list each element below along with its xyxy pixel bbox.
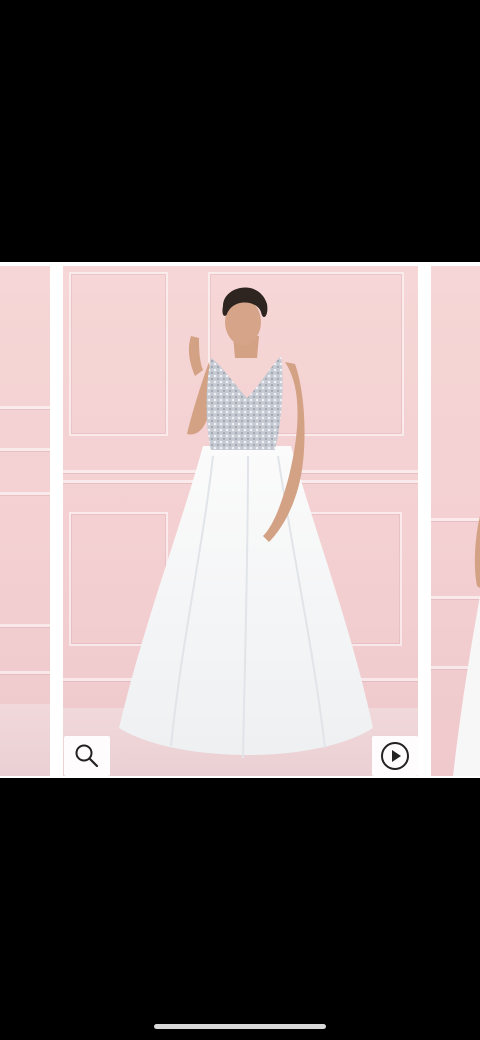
wall-rail xyxy=(0,406,50,409)
play-circle-icon xyxy=(381,742,409,770)
wall-rail xyxy=(0,671,50,674)
magnifier-icon xyxy=(75,744,99,768)
model-in-white-ball-gown xyxy=(119,287,373,759)
wall-rail xyxy=(0,492,50,495)
home-indicator[interactable] xyxy=(154,1024,326,1029)
floor xyxy=(0,704,50,776)
zoom-button[interactable] xyxy=(64,736,110,776)
previous-slide[interactable] xyxy=(0,266,50,776)
product-image-gallery[interactable] xyxy=(0,262,480,778)
play-video-button[interactable] xyxy=(372,736,418,776)
next-slide[interactable] xyxy=(431,266,480,776)
wall-rail xyxy=(0,448,50,451)
wall-rail xyxy=(0,624,50,627)
current-slide-photo[interactable] xyxy=(63,266,418,776)
next-model-figure xyxy=(453,516,480,776)
